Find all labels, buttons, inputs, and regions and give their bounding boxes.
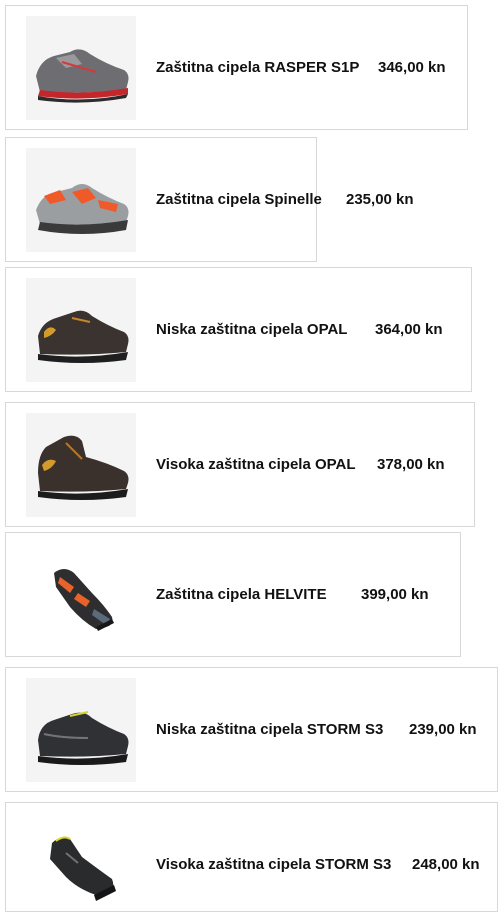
product-price: 248,00 kn — [412, 856, 480, 873]
product-price: 399,00 kn — [361, 586, 429, 603]
product-name[interactable]: Zaštitna cipela Spinelle — [156, 191, 322, 208]
safety-sandal-black-orange-icon — [54, 569, 114, 631]
low-safety-shoe-grey-red-icon — [36, 49, 129, 103]
product-image[interactable] — [26, 543, 136, 647]
product-price: 239,00 kn — [409, 721, 477, 738]
product-card[interactable]: Zaštitna cipela HELVITE 399,00 kn — [5, 532, 461, 657]
low-safety-shoe-black-yellow-icon — [38, 711, 129, 765]
product-image[interactable] — [26, 278, 136, 382]
product-image[interactable] — [26, 148, 136, 252]
product-name[interactable]: Zaštitna cipela HELVITE — [156, 586, 327, 603]
product-card[interactable]: Zaštitna cipela RASPER S1P 346,00 kn — [5, 5, 468, 130]
high-safety-boot-black-icon — [38, 435, 129, 500]
high-safety-boot-black-yellow-icon — [50, 836, 116, 901]
product-price: 378,00 kn — [377, 456, 445, 473]
product-image[interactable] — [26, 16, 136, 120]
product-card[interactable]: Zaštitna cipela Spinelle 235,00 kn — [5, 137, 414, 262]
product-name[interactable]: Zaštitna cipela RASPER S1P — [156, 59, 359, 76]
product-price: 235,00 kn — [346, 191, 414, 208]
low-safety-shoe-grey-orange-icon — [36, 184, 129, 234]
product-card[interactable]: Visoka zaštitna cipela STORM S3 248,00 k… — [5, 802, 498, 912]
product-price: 346,00 kn — [378, 59, 446, 76]
low-safety-shoe-black-icon — [38, 310, 129, 363]
product-card[interactable]: Visoka zaštitna cipela OPAL 378,00 kn — [5, 402, 475, 527]
product-price: 364,00 kn — [375, 321, 443, 338]
product-card[interactable]: Niska zaštitna cipela STORM S3 239,00 kn — [5, 667, 498, 792]
product-name[interactable]: Visoka zaštitna cipela STORM S3 — [156, 856, 391, 873]
product-image[interactable] — [26, 678, 136, 782]
product-image[interactable] — [26, 413, 136, 517]
product-image[interactable] — [26, 813, 136, 917]
product-name[interactable]: Visoka zaštitna cipela OPAL — [156, 456, 356, 473]
product-name[interactable]: Niska zaštitna cipela OPAL — [156, 321, 347, 338]
product-name[interactable]: Niska zaštitna cipela STORM S3 — [156, 721, 383, 738]
product-card[interactable]: Niska zaštitna cipela OPAL 364,00 kn — [5, 267, 472, 392]
